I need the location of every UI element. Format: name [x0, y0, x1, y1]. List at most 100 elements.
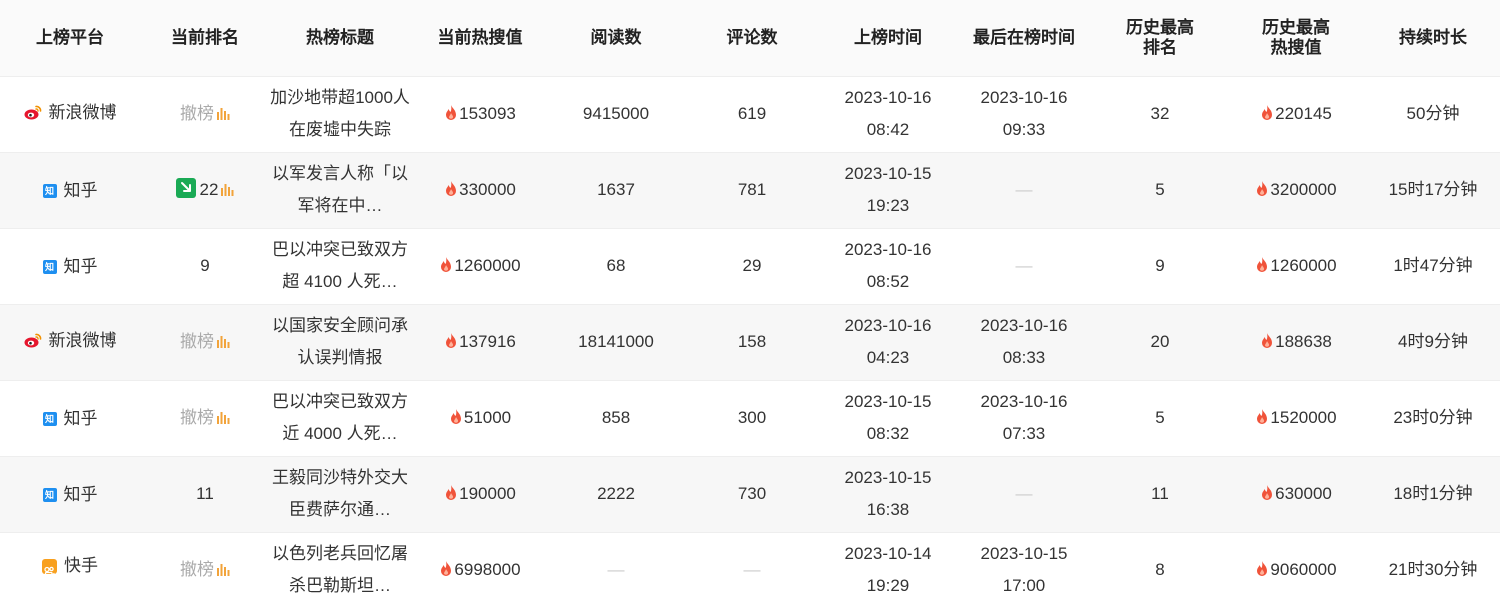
- rank-withdrawn-label: 撤榜: [180, 332, 214, 351]
- header-reads[interactable]: 阅读数: [550, 0, 682, 76]
- title-cell[interactable]: 加沙地带超1000人在废墟中失踪: [270, 76, 410, 152]
- reads-value: 68: [606, 256, 626, 275]
- rank-cell: 22: [140, 152, 270, 228]
- duration-value: 15时17分钟: [1388, 180, 1478, 199]
- reads-value: 858: [601, 408, 631, 427]
- flame-icon: [446, 333, 457, 348]
- flame-icon: [1262, 105, 1273, 120]
- heat-value: 330000: [459, 180, 516, 199]
- peak-heat-cell: 1260000: [1226, 228, 1366, 304]
- title-cell[interactable]: 王毅同沙特外交大臣费萨尔通…: [270, 456, 410, 532]
- title-cell[interactable]: 巴以冲突已致双方超 4100 人死…: [270, 228, 410, 304]
- trend-chart-icon[interactable]: [217, 563, 230, 577]
- comments-value: 300: [737, 408, 767, 427]
- kuaishou-icon: [42, 558, 57, 578]
- title-cell[interactable]: 以色列老兵回忆屠杀巴勒斯坦…: [270, 532, 410, 608]
- peak-heat-cell: 9060000: [1226, 532, 1366, 608]
- heat-cell: 6998000: [410, 532, 550, 608]
- platform-name: 新浪微博: [48, 102, 117, 122]
- hot-title-link[interactable]: 巴以冲突已致双方超 4100 人死…: [270, 234, 410, 298]
- table-row[interactable]: 快手 撤榜 以色列老兵回忆屠杀巴勒斯坦… 6998000 — — 2023-10-14 19:…: [0, 532, 1500, 608]
- flame-icon: [446, 485, 457, 500]
- first-on-time: 19:29: [866, 576, 910, 596]
- platform-cell: 知知乎: [0, 152, 140, 228]
- trend-chart-icon[interactable]: [221, 183, 234, 196]
- header-platform[interactable]: 上榜平台: [0, 0, 140, 76]
- comments-cell: 730: [682, 456, 822, 532]
- header-comments[interactable]: 评论数: [682, 0, 822, 76]
- first-on-date: 2023-10-16: [844, 88, 932, 107]
- header-current-rank[interactable]: 当前排名: [140, 0, 270, 76]
- peak-rank-value: 32: [1150, 104, 1170, 123]
- peak-rank-cell: 5: [1094, 380, 1226, 456]
- hot-title-link[interactable]: 加沙地带超1000人在废墟中失踪: [270, 82, 410, 146]
- duration-value: 4时9分钟: [1398, 332, 1468, 351]
- hot-title-link[interactable]: 王毅同沙特外交大臣费萨尔通…: [270, 462, 410, 526]
- rank-value: 9: [200, 256, 210, 275]
- peak-rank-value: 11: [1151, 484, 1169, 503]
- last-on-date: 2023-10-16: [980, 392, 1068, 411]
- table-row[interactable]: 知知乎 9 巴以冲突已致双方超 4100 人死… 1260000 68 29 2023-10…: [0, 228, 1500, 304]
- rank-cell: 11: [140, 456, 270, 532]
- trend-chart-icon[interactable]: [217, 335, 230, 348]
- reads-cell: 1637: [550, 152, 682, 228]
- peak-rank-value: 20: [1150, 332, 1170, 351]
- hot-title-link[interactable]: 巴以冲突已致双方近 4000 人死…: [270, 386, 410, 450]
- first-on-time: 16:38: [866, 500, 910, 519]
- header-current-heat[interactable]: 当前热搜值: [410, 0, 550, 76]
- hot-title-link[interactable]: 以国家安全顾问承认误判情报: [270, 310, 410, 374]
- title-cell[interactable]: 巴以冲突已致双方近 4000 人死…: [270, 380, 410, 456]
- title-cell[interactable]: 以军发言人称「以军将在中…: [270, 152, 410, 228]
- table-row[interactable]: 新浪微博 撤榜 加沙地带超1000人在废墟中失踪 153093 9415000 619 20…: [0, 76, 1500, 152]
- heat-value: 137916: [459, 332, 516, 351]
- first-on-date: 2023-10-15: [844, 164, 932, 183]
- comments-value: 158: [737, 332, 767, 351]
- comments-value: 781: [737, 180, 767, 199]
- last-on-empty: —: [1015, 180, 1033, 199]
- hot-title-link[interactable]: 以军发言人称「以军将在中…: [270, 158, 410, 222]
- peak-rank-value: 8: [1155, 560, 1165, 580]
- last-on-cell: 2023-10-16 07:33: [954, 380, 1094, 456]
- first-on-cell: 2023-10-14 19:29: [822, 532, 954, 608]
- reads-cell: 2222: [550, 456, 682, 532]
- flame-icon: [441, 257, 452, 272]
- first-on-date: 2023-10-15: [844, 468, 932, 487]
- heat-cell: 190000: [410, 456, 550, 532]
- flame-icon: [1257, 181, 1268, 196]
- table-row[interactable]: 知知乎 22 以军发言人称「以军将在中… 330000 1637 781 2023-10-1…: [0, 152, 1500, 228]
- peak-heat-cell: 220145: [1226, 76, 1366, 152]
- reads-cell: —: [550, 532, 682, 608]
- peak-rank-value: 5: [1155, 408, 1165, 427]
- flame-icon: [1257, 561, 1268, 577]
- reads-cell: 18141000: [550, 304, 682, 380]
- last-on-empty: —: [1015, 484, 1033, 503]
- heat-value: 51000: [463, 408, 512, 427]
- trend-chart-icon[interactable]: [217, 411, 230, 424]
- title-cell[interactable]: 以国家安全顾问承认误判情报: [270, 304, 410, 380]
- duration-cell: 21时30分钟: [1366, 532, 1500, 608]
- table-row[interactable]: 知知乎 撤榜 巴以冲突已致双方近 4000 人死… 51000 858 300 2023-1…: [0, 380, 1500, 456]
- flame-icon: [450, 409, 461, 424]
- table-row[interactable]: 新浪微博 撤榜 以国家安全顾问承认误判情报 137916 18141000 158 2023…: [0, 304, 1500, 380]
- table-row[interactable]: 知知乎 11 王毅同沙特外交大臣费萨尔通… 190000 2222 730 2023-10-…: [0, 456, 1500, 532]
- header-first-on[interactable]: 上榜时间: [822, 0, 954, 76]
- last-on-time: 09:33: [1002, 120, 1046, 139]
- comments-cell: —: [682, 532, 822, 608]
- trend-chart-icon[interactable]: [217, 107, 230, 120]
- hot-title-link[interactable]: 以色列老兵回忆屠杀巴勒斯坦…: [270, 538, 410, 602]
- platform-cell: 知知乎: [0, 380, 140, 456]
- rank-cell: 9: [140, 228, 270, 304]
- rank-withdrawn-label: 撤榜: [180, 104, 214, 123]
- header-last-on[interactable]: 最后在榜时间: [954, 0, 1094, 76]
- platform-cell: 快手: [0, 532, 140, 608]
- platform-cell: 新浪微博: [0, 76, 140, 152]
- comments-value: —: [743, 560, 761, 580]
- flame-icon: [441, 561, 452, 577]
- last-on-cell: 2023-10-16 09:33: [954, 76, 1094, 152]
- flame-icon: [1262, 333, 1273, 348]
- header-title[interactable]: 热榜标题: [270, 0, 410, 76]
- header-duration[interactable]: 持续时长: [1366, 0, 1500, 76]
- header-peak-heat[interactable]: 历史最高 热搜值: [1226, 0, 1366, 76]
- header-peak-rank[interactable]: 历史最高 排名: [1094, 0, 1226, 76]
- duration-value: 50分钟: [1406, 104, 1460, 123]
